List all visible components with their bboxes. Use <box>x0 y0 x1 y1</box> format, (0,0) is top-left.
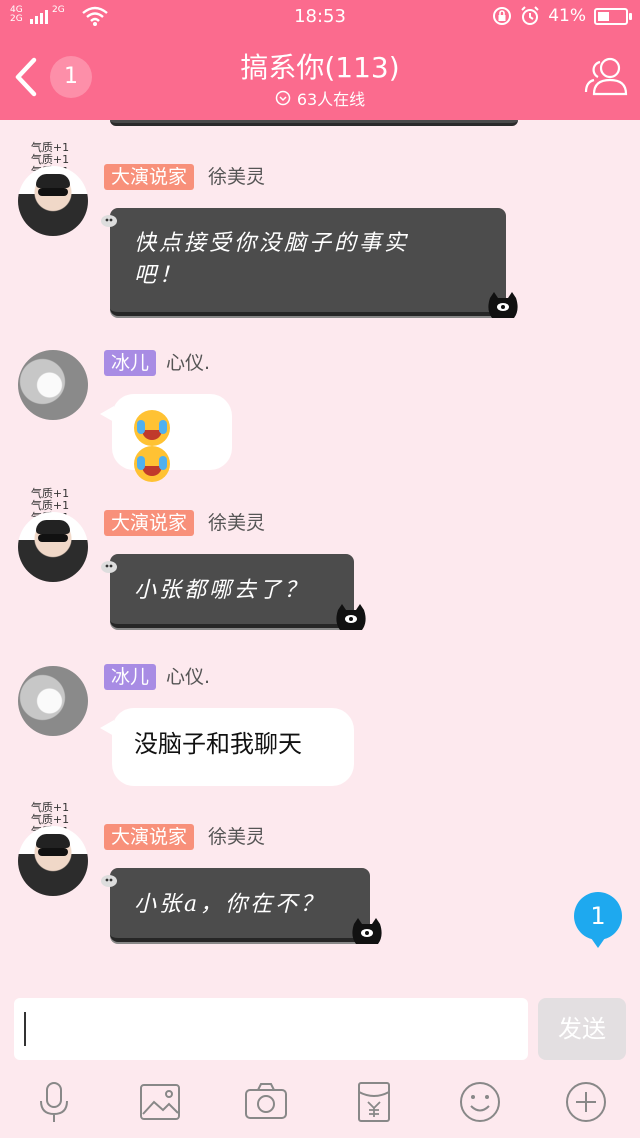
ghost-icon <box>101 215 117 227</box>
message-bubble[interactable]: 快点接受你没脑子的事实 吧！ <box>101 208 518 318</box>
microphone-icon[interactable] <box>32 1080 76 1124</box>
message-text: 小张a，你在不？ <box>134 892 326 917</box>
battery-percent: 41% <box>548 6 586 26</box>
avatar[interactable] <box>18 826 88 896</box>
battery-icon <box>594 7 632 25</box>
message-input[interactable] <box>14 998 528 1060</box>
title-badge: 大演说家 <box>104 510 195 536</box>
ghost-icon <box>101 875 117 887</box>
message-bubble[interactable] <box>100 394 232 482</box>
title-badge: 冰儿 <box>104 664 157 690</box>
message-text-line: 吧！ <box>134 263 185 288</box>
input-toolbar <box>0 1070 640 1138</box>
new-message-bubble[interactable]: 1 <box>574 892 622 948</box>
emoji-icon[interactable] <box>458 1080 502 1124</box>
sender-name: 徐美灵 <box>208 166 266 188</box>
message-bubble[interactable]: 小张都哪去了？ <box>101 554 366 630</box>
message-text-line: 快点接受你没脑子的事实 <box>134 231 410 256</box>
message-bubble[interactable]: 没脑子和我聊天 <box>100 708 354 786</box>
title-badge: 大演说家 <box>104 164 195 190</box>
message-list[interactable]: 气质+1 气质+1 气质+1 大演说家 徐美灵 快点接受你没脑子的事实 吧！ 冰… <box>0 120 640 978</box>
group-title: 搞系你(113) <box>240 51 400 84</box>
status-right: 41% <box>492 6 632 26</box>
previous-message-edge <box>110 120 518 126</box>
image-icon[interactable] <box>138 1080 182 1124</box>
avatar[interactable] <box>18 512 88 582</box>
avatar[interactable] <box>18 350 88 420</box>
message-text: 没脑子和我聊天 <box>134 730 302 758</box>
status-bar: 4G 2G 2G 18:53 41% <box>0 0 640 34</box>
alarm-icon <box>521 6 539 25</box>
chevron-down-circle-icon <box>275 90 291 106</box>
sender-name: 徐美灵 <box>208 826 266 848</box>
sender-name: 心仪. <box>166 666 211 688</box>
group-members-icon[interactable] <box>580 50 632 102</box>
sender-name: 心仪. <box>166 352 211 374</box>
rotation-lock-icon <box>493 7 512 25</box>
online-status[interactable]: 63人在线 <box>0 86 640 110</box>
tears-of-joy-emoji-icon <box>134 446 170 482</box>
avatar[interactable] <box>18 166 88 236</box>
monster-sticker-icon <box>336 604 366 630</box>
avatar[interactable] <box>18 666 88 736</box>
sender-name: 徐美灵 <box>208 512 266 534</box>
ghost-icon <box>101 561 117 573</box>
camera-icon[interactable] <box>244 1080 288 1124</box>
online-count: 63人在线 <box>296 90 366 109</box>
message-bubble[interactable]: 小张a，你在不？ <box>101 868 382 944</box>
chat-header: 1 搞系你(113) 63人在线 <box>0 34 640 120</box>
monster-sticker-icon <box>488 292 518 318</box>
message-text: 小张都哪去了？ <box>134 578 310 603</box>
tears-of-joy-emoji-icon <box>134 410 170 446</box>
send-button[interactable]: 发送 <box>538 998 626 1060</box>
title-badge: 大演说家 <box>104 824 195 850</box>
input-bar: 发送 <box>0 978 640 1070</box>
red-packet-icon[interactable] <box>352 1080 396 1124</box>
title-badge: 冰儿 <box>104 350 157 376</box>
monster-sticker-icon <box>352 918 382 944</box>
plus-icon[interactable] <box>564 1080 608 1124</box>
